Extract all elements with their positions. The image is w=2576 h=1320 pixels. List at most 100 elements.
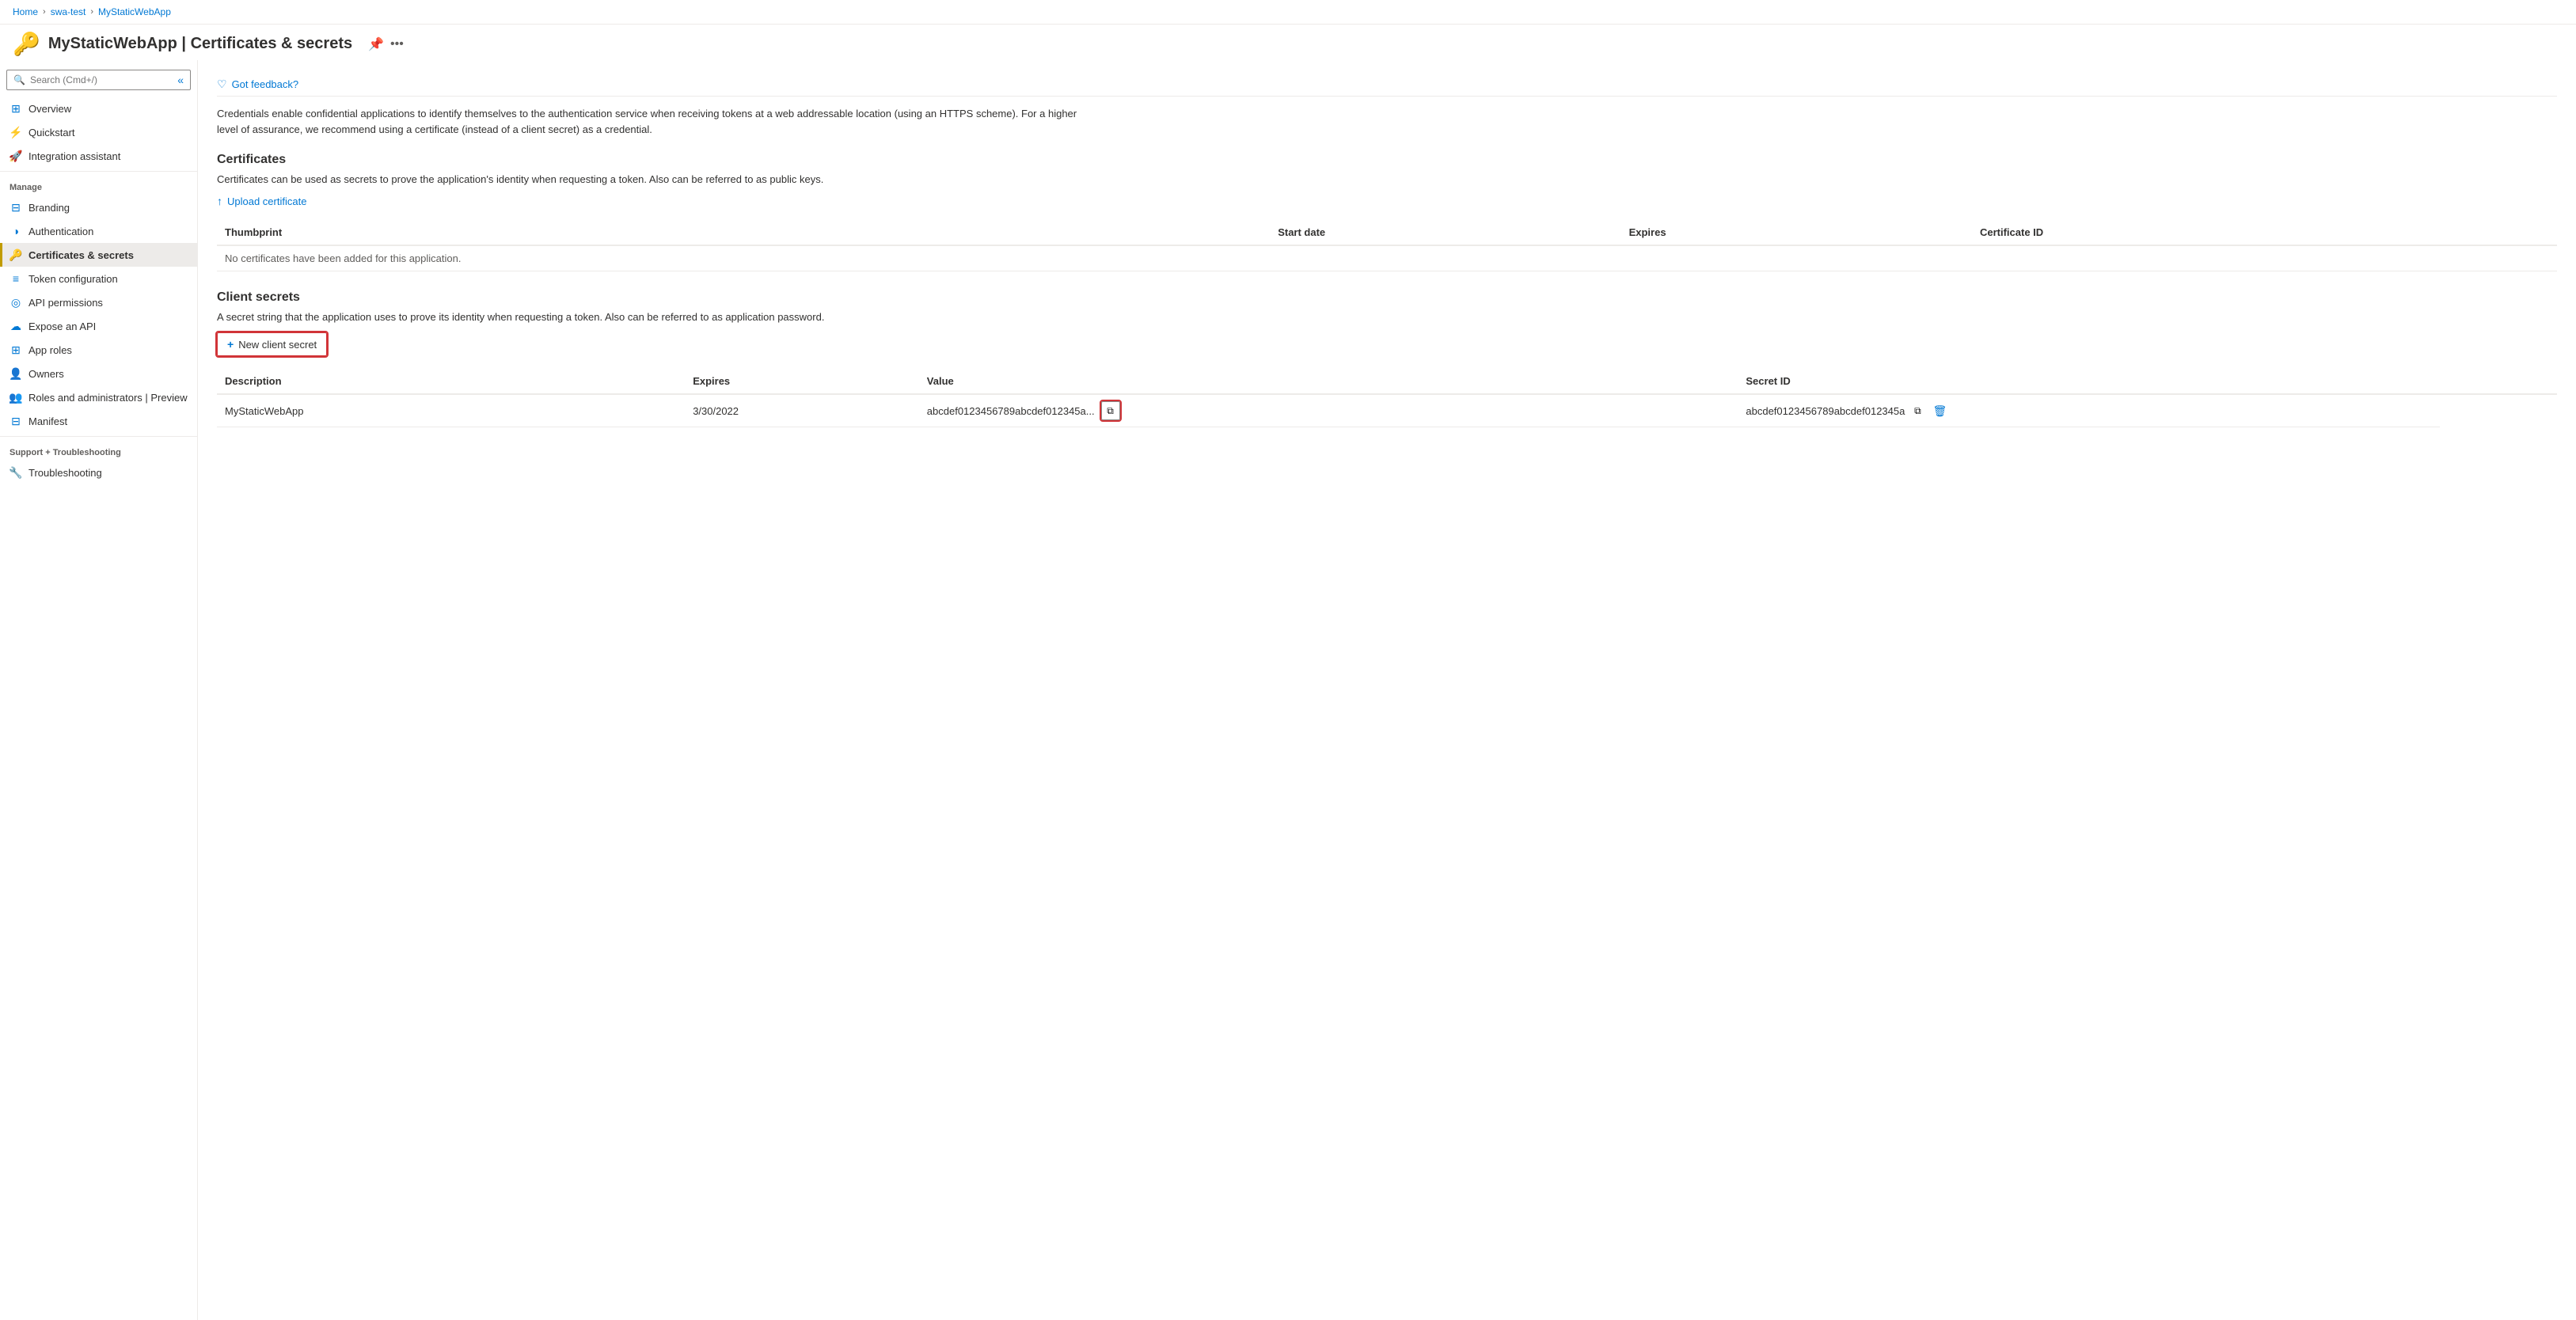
roles-icon: 👥 <box>9 391 22 404</box>
token-icon: ≡ <box>9 272 22 285</box>
sidebar-item-troubleshooting[interactable]: 🔧 Troubleshooting <box>0 461 197 484</box>
sidebar: 🔍 « ⊞ Overview ⚡ Quickstart 🚀 Integratio… <box>0 60 198 1320</box>
client-secrets-title: Client secrets <box>217 290 2557 305</box>
col-thumbprint: Thumbprint <box>217 220 1270 245</box>
certificates-table-container: Thumbprint Start date Expires Certificat… <box>217 220 2557 271</box>
branding-icon: ⊟ <box>9 201 22 214</box>
breadcrumb-app[interactable]: MyStaticWebApp <box>98 6 171 17</box>
approles-icon: ⊞ <box>9 343 22 356</box>
main-layout: 🔍 « ⊞ Overview ⚡ Quickstart 🚀 Integratio… <box>0 60 2576 1320</box>
breadcrumb: Home › swa-test › MyStaticWebApp <box>0 0 2576 25</box>
sidebar-item-label: Branding <box>28 202 70 214</box>
sidebar-item-label: Overview <box>28 103 71 115</box>
copy-secretid-button[interactable]: ⧉ <box>1908 401 1927 420</box>
upload-label: Upload certificate <box>227 195 306 207</box>
sidebar-item-quickstart[interactable]: ⚡ Quickstart <box>0 120 197 144</box>
delete-icon: 🗑 <box>1932 404 1947 418</box>
sidebar-item-label: Owners <box>28 368 64 380</box>
overview-icon: ⊞ <box>9 102 22 115</box>
sidebar-item-integration[interactable]: 🚀 Integration assistant <box>0 144 197 168</box>
certificates-description: Certificates can be used as secrets to p… <box>217 173 2557 185</box>
col-expires: Expires <box>685 369 919 394</box>
sidebar-item-owners[interactable]: 👤 Owners <box>0 362 197 385</box>
support-section-label: Support + Troubleshooting <box>0 440 197 461</box>
auth-icon: ◑ <box>9 225 22 237</box>
client-secrets-table: Description Expires Value Secret ID MySt… <box>217 369 2557 427</box>
integration-icon: 🚀 <box>9 150 22 162</box>
sidebar-item-label: Quickstart <box>28 127 75 138</box>
page-title: MyStaticWebApp | Certificates & secrets <box>48 35 352 53</box>
sidebar-item-api[interactable]: ◎ API permissions <box>0 290 197 314</box>
sidebar-divider-2 <box>0 436 197 437</box>
new-secret-label: New client secret <box>238 339 317 351</box>
sidebar-item-overview[interactable]: ⊞ Overview <box>0 97 197 120</box>
sidebar-collapse-icon[interactable]: « <box>177 74 184 86</box>
sidebar-item-roles[interactable]: 👥 Roles and administrators | Preview <box>0 385 197 409</box>
header-actions: 📌 ••• <box>368 36 404 52</box>
more-options-icon[interactable]: ••• <box>390 37 404 51</box>
client-secrets-section: Client secrets A secret string that the … <box>217 290 2557 427</box>
owners-icon: 👤 <box>9 367 22 380</box>
expose-icon: ☁ <box>9 320 22 332</box>
col-expires: Expires <box>1621 220 1972 245</box>
sidebar-item-expose[interactable]: ☁ Expose an API <box>0 314 197 338</box>
client-secrets-table-container: Description Expires Value Secret ID MySt… <box>217 369 2557 427</box>
secret-value-text: abcdef0123456789abcdef012345a... <box>927 405 1095 417</box>
col-value: Value <box>919 369 1738 394</box>
sidebar-divider <box>0 171 197 172</box>
sidebar-item-label: Troubleshooting <box>28 467 102 479</box>
sidebar-item-label: Manifest <box>28 415 67 427</box>
trouble-icon: 🔧 <box>9 466 22 479</box>
delete-secret-button[interactable]: 🗑 <box>1930 401 1949 420</box>
col-description: Description <box>217 369 685 394</box>
api-icon: ◎ <box>9 296 22 309</box>
cert-icon: 🔑 <box>9 248 22 261</box>
manage-section-label: Manage <box>0 175 197 195</box>
manifest-icon: ⊟ <box>9 415 22 427</box>
new-client-secret-button[interactable]: + New client secret <box>217 332 327 356</box>
client-secrets-description: A secret string that the application use… <box>217 311 2557 323</box>
sidebar-item-certificates[interactable]: 🔑 Certificates & secrets <box>0 243 197 267</box>
copy-value-button[interactable]: ⧉ <box>1101 401 1120 420</box>
sidebar-item-authentication[interactable]: ◑ Authentication <box>0 219 197 243</box>
col-secret-id: Secret ID <box>1738 369 2440 394</box>
certificates-empty-message: No certificates have been added for this… <box>217 245 2557 271</box>
sidebar-item-label: Authentication <box>28 226 93 237</box>
feedback-label: Got feedback? <box>232 78 299 90</box>
secret-id-text: abcdef0123456789abcdef012345a <box>1746 405 1905 417</box>
table-row: MyStaticWebApp 3/30/2022 abcdef012345678… <box>217 394 2557 427</box>
col-row-actions <box>2440 369 2557 394</box>
sidebar-item-label: API permissions <box>28 297 103 309</box>
col-start-date: Start date <box>1270 220 1620 245</box>
certificates-section: Certificates Certificates can be used as… <box>217 153 2557 271</box>
copy-icon: ⧉ <box>1107 405 1114 417</box>
search-box[interactable]: 🔍 « <box>6 70 191 90</box>
feedback-bar[interactable]: ♡ Got feedback? <box>217 73 2557 97</box>
sidebar-item-token[interactable]: ≡ Token configuration <box>0 267 197 290</box>
page-header: 🔑 MyStaticWebApp | Certificates & secret… <box>0 25 2576 60</box>
search-input[interactable] <box>30 74 173 85</box>
sidebar-item-label: Token configuration <box>28 273 118 285</box>
sidebar-item-branding[interactable]: ⊟ Branding <box>0 195 197 219</box>
sidebar-item-approles[interactable]: ⊞ App roles <box>0 338 197 362</box>
sidebar-item-label: Roles and administrators | Preview <box>28 392 188 404</box>
sidebar-item-label: App roles <box>28 344 72 356</box>
breadcrumb-home[interactable]: Home <box>13 6 38 17</box>
secret-expires-cell: 3/30/2022 <box>685 394 919 427</box>
heart-icon: ♡ <box>217 78 227 91</box>
pin-icon[interactable]: 📌 <box>368 36 384 52</box>
col-cert-id: Certificate ID <box>1972 220 2557 245</box>
certificates-table: Thumbprint Start date Expires Certificat… <box>217 220 2557 271</box>
content-area: ♡ Got feedback? Credentials enable confi… <box>198 60 2576 1320</box>
secret-id-cell: abcdef0123456789abcdef012345a ⧉ 🗑 <box>1738 394 2440 427</box>
sidebar-item-manifest[interactable]: ⊟ Manifest <box>0 409 197 433</box>
sidebar-item-label: Integration assistant <box>28 150 120 162</box>
breadcrumb-swa-test[interactable]: swa-test <box>51 6 86 17</box>
breadcrumb-sep2: › <box>90 7 93 17</box>
key-icon: 🔑 <box>13 31 40 57</box>
breadcrumb-sep1: › <box>43 7 46 17</box>
sidebar-item-label: Certificates & secrets <box>28 249 134 261</box>
sidebar-item-label: Expose an API <box>28 321 96 332</box>
upload-icon: ↑ <box>217 195 222 207</box>
upload-certificate-link[interactable]: ↑ Upload certificate <box>217 195 2557 207</box>
